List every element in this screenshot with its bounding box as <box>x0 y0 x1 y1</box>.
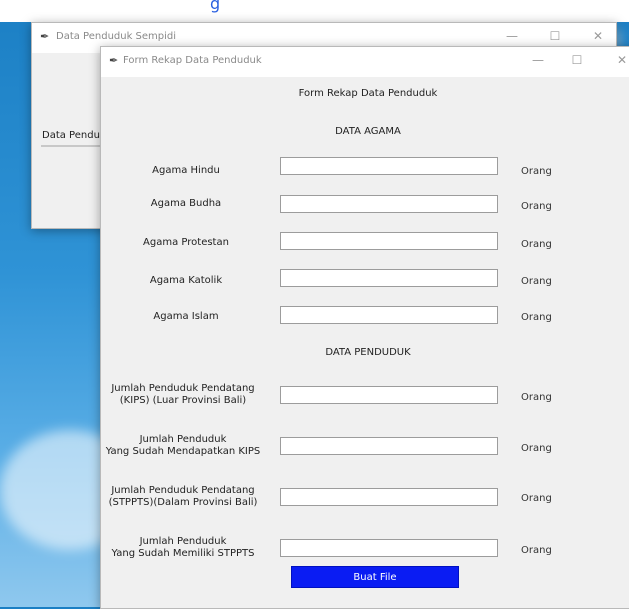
label-line: Yang Sudah Mendapatkan KIPS <box>105 446 261 457</box>
unit-label: Orang <box>521 545 552 556</box>
label-agama-budha: Agama Budha <box>150 198 222 209</box>
label-penduduk-stppts-sudah: Jumlah Penduduk Yang Sudah Memiliki STPP… <box>105 536 261 560</box>
input-penduduk-kips-luar[interactable] <box>280 386 498 404</box>
label-line: Jumlah Penduduk Pendatang <box>111 383 255 394</box>
unit-label: Orang <box>521 201 552 212</box>
label-penduduk-kips-sudah: Jumlah Penduduk Yang Sudah Mendapatkan K… <box>105 434 261 458</box>
label-line: Yang Sudah Memiliki STPPTS <box>111 548 255 559</box>
label-line: Jumlah Penduduk Pendatang <box>111 485 255 496</box>
label-line: Jumlah Penduduk <box>139 434 227 445</box>
unit-label: Orang <box>521 312 552 323</box>
label-penduduk-stppts-dalam: Jumlah Penduduk Pendatang (STPPTS)(Dalam… <box>105 485 261 509</box>
section-title-penduduk: DATA PENDUDUK <box>325 347 411 358</box>
unit-label: Orang <box>521 276 552 287</box>
unit-label: Orang <box>521 443 552 454</box>
unit-label: Orang <box>521 392 552 403</box>
feather-app-icon: ✒ <box>40 30 50 43</box>
input-penduduk-stppts-sudah[interactable] <box>280 539 498 557</box>
input-penduduk-stppts-dalam[interactable] <box>280 488 498 506</box>
form-window-title: Form Rekap Data Penduduk <box>123 55 262 66</box>
form-window-titlebar: ✒ Form Rekap Data Penduduk — ☐ ✕ <box>101 47 629 77</box>
menu-label: Data Pendu <box>42 130 100 141</box>
close-icon[interactable]: ✕ <box>612 53 629 67</box>
input-agama-protestan[interactable] <box>280 232 498 250</box>
input-penduduk-kips-sudah[interactable] <box>280 437 498 455</box>
label-line: (STPPTS)(Dalam Provinsi Bali) <box>108 497 258 508</box>
minimize-icon[interactable]: — <box>502 29 522 43</box>
label-agama-protestan: Agama Protestan <box>143 237 229 248</box>
form-heading: Form Rekap Data Penduduk <box>298 88 438 99</box>
form-window: ✒ Form Rekap Data Penduduk — ☐ ✕ Form Re… <box>100 46 629 609</box>
feather-app-icon: ✒ <box>109 54 119 67</box>
input-agama-islam[interactable] <box>280 306 498 324</box>
label-penduduk-kips-luar: Jumlah Penduduk Pendatang (KIPS) (Luar P… <box>105 383 261 407</box>
unit-label: Orang <box>521 166 552 177</box>
label-agama-islam: Agama Islam <box>153 311 219 322</box>
label-line: (KIPS) (Luar Provinsi Bali) <box>119 395 247 406</box>
label-line: Jumlah Penduduk <box>139 536 227 547</box>
minimize-icon[interactable]: — <box>528 53 548 67</box>
label-agama-hindu: Agama Hindu <box>152 165 220 176</box>
section-title-agama: DATA AGAMA <box>335 126 401 137</box>
main-window-title: Data Penduduk Sempidi <box>56 31 177 42</box>
label-agama-katolik: Agama Katolik <box>149 275 223 286</box>
maximize-icon[interactable]: ☐ <box>567 53 587 67</box>
input-agama-hindu[interactable] <box>280 157 498 175</box>
page-link-fragment[interactable]: g <box>210 0 220 13</box>
buat-file-button[interactable]: Buat File <box>291 566 459 588</box>
input-agama-budha[interactable] <box>280 195 498 213</box>
close-icon[interactable]: ✕ <box>588 29 608 43</box>
unit-label: Orang <box>521 239 552 250</box>
maximize-icon[interactable]: ☐ <box>545 29 565 43</box>
input-agama-katolik[interactable] <box>280 269 498 287</box>
unit-label: Orang <box>521 493 552 504</box>
menu-button-data-penduduk[interactable]: Data Pendu <box>41 127 103 147</box>
